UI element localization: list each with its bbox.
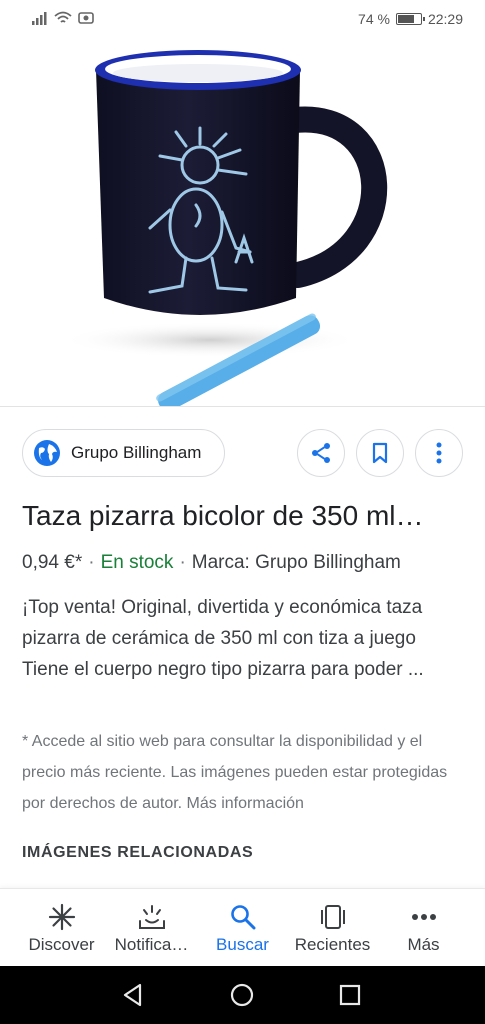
status-bar: 74 % 22:29	[0, 0, 485, 40]
nav-label: Más	[407, 935, 440, 954]
signal-icon	[32, 12, 47, 25]
more-icon	[411, 903, 437, 931]
product-image[interactable]	[0, 40, 485, 412]
nav-label: Notifica…	[114, 935, 189, 954]
product-price: 0,94 €*	[22, 552, 83, 573]
product-title[interactable]: Taza pizarra bicolor de 350 ml…	[22, 500, 467, 532]
source-chip[interactable]: Grupo Billingham	[22, 429, 225, 477]
search-icon	[230, 903, 256, 931]
wifi-icon	[54, 11, 72, 23]
nav-recents[interactable]: Recientes	[284, 889, 381, 967]
meta-separator: ·	[88, 552, 95, 573]
home-icon[interactable]	[229, 982, 255, 1008]
battery-percent: 74 %	[358, 11, 390, 27]
bottom-nav: Discover Notifica… Buscar Recientes Más	[0, 888, 485, 966]
recents-icon	[318, 903, 348, 931]
battery-fill	[397, 15, 414, 23]
more-vert-icon	[436, 442, 442, 464]
nav-more[interactable]: Más	[375, 889, 472, 967]
system-nav-bar	[0, 966, 485, 1024]
back-icon[interactable]	[120, 982, 146, 1008]
nav-label: Discover	[28, 935, 95, 954]
status-icons-left	[32, 11, 94, 25]
source-name: Grupo Billingham	[71, 443, 202, 462]
nav-label: Buscar	[216, 935, 269, 954]
product-brand: Marca: Grupo Billingham	[191, 552, 401, 573]
overview-icon[interactable]	[337, 982, 363, 1008]
meta-separator: ·	[179, 552, 186, 573]
globe-icon	[34, 440, 60, 466]
nav-discover[interactable]: Discover	[13, 889, 110, 967]
nav-label: Recientes	[294, 935, 371, 954]
share-button[interactable]	[297, 429, 345, 477]
more-options-button[interactable]	[415, 429, 463, 477]
chalkboard-mug-image	[60, 50, 388, 412]
asterisk-icon	[48, 903, 76, 931]
nav-search[interactable]: Buscar	[194, 889, 291, 967]
nav-notifications[interactable]: Notifica…	[103, 889, 200, 967]
product-description: ¡Top venta! Original, divertida y económ…	[22, 597, 424, 680]
related-images-heading: IMÁGENES RELACIONADAS	[22, 844, 254, 861]
page: 74 % 22:29 Grupo Billingham Taza pizarra…	[0, 0, 485, 1024]
status-icons-right: 74 % 22:29	[358, 11, 463, 27]
bookmark-icon	[372, 442, 388, 464]
stock-status: En stock	[100, 552, 174, 573]
clock: 22:29	[427, 11, 463, 27]
disclaimer-text[interactable]: * Accede al sitio web para consultar la …	[22, 726, 467, 819]
image-divider	[0, 406, 485, 407]
product-meta: 0,94 €* · En stock · Marca: Grupo Billingham	[22, 552, 401, 574]
battery-icon	[395, 13, 425, 25]
bookmark-button[interactable]	[356, 429, 404, 477]
notifications-icon	[137, 903, 167, 931]
data-saver-icon	[78, 12, 94, 24]
share-icon	[312, 443, 330, 463]
